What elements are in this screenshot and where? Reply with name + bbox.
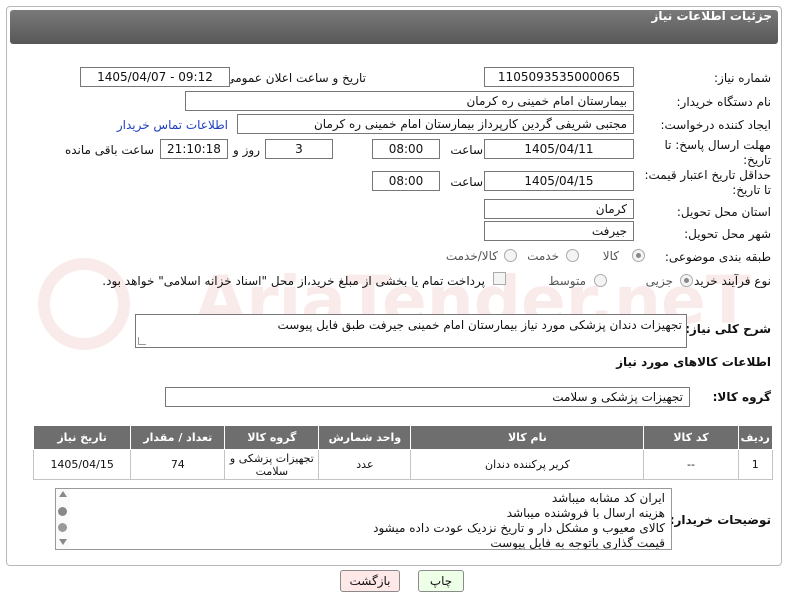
days-label: روز و <box>233 143 260 157</box>
cell-group-line1: تجهیزات پزشکی و <box>229 451 314 465</box>
payment-checkbox[interactable] <box>493 272 506 285</box>
category-option-goods-service: کالا/خدمت <box>445 249 498 263</box>
category-radio-goods[interactable] <box>632 249 645 262</box>
scroll-up-icon[interactable] <box>59 491 67 497</box>
deadline-label-line1: مهلت ارسال پاسخ: تا <box>664 138 771 152</box>
category-radio-service[interactable] <box>566 249 579 262</box>
need-number-field[interactable]: 1105093535000065 <box>484 67 634 87</box>
announce-label: تاریخ و ساعت اعلان عمومی: <box>221 71 366 85</box>
remaining-time-label: ساعت باقی مانده <box>64 143 154 157</box>
cell-unit: عدد <box>318 449 412 480</box>
validity-label-line2: تا تاریخ: <box>732 183 771 197</box>
days-remaining-field[interactable]: 3 <box>265 139 333 159</box>
description-text: تجهیزات دندان پزشکی مورد نیاز بیمارستان … <box>277 318 682 332</box>
deadline-time-label: ساعت <box>450 143 483 157</box>
buyer-contact-link[interactable]: اطلاعات تماس خریدار <box>117 118 228 132</box>
col-row: ردیف <box>737 425 774 450</box>
goods-section-title: اطلاعات کالاهای مورد نیاز <box>616 355 771 369</box>
remaining-time-field[interactable]: 21:10:18 <box>160 139 228 159</box>
creator-field[interactable]: مجتبی شریفی گردین کارپرداز بیمارستان اما… <box>237 114 634 134</box>
notes-scrollbar[interactable] <box>56 489 70 549</box>
page-title: جزئیات اطلاعات نیاز <box>651 9 772 23</box>
payment-note: پرداخت تمام یا بخشی از مبلغ خرید،از محل … <box>102 274 485 288</box>
description-field[interactable]: تجهیزات دندان پزشکی مورد نیاز بیمارستان … <box>135 314 687 348</box>
process-label: نوع فرآیند خرید : <box>686 274 771 288</box>
province-field[interactable]: کرمان <box>484 199 634 219</box>
deadline-label-line2: تاریخ: <box>743 153 771 167</box>
cell-row: 1 <box>737 449 774 480</box>
resize-grip-icon <box>138 337 146 345</box>
buyer-org-field[interactable]: بیمارستان امام خمینی ره کرمان <box>185 91 634 111</box>
category-label: طبقه بندی موضوعی: <box>664 250 771 264</box>
city-field[interactable]: جیرفت <box>484 221 634 241</box>
scroll-thumb-icon[interactable] <box>58 507 67 516</box>
note-line: قیمت گذاری باتوجه به فایل پیوست <box>490 536 665 550</box>
col-qty: تعداد / مقدار <box>130 425 226 450</box>
cell-name: کریر پرکننده دندان <box>410 449 645 480</box>
category-option-goods: کالا <box>602 249 619 263</box>
deadline-time-field[interactable]: 08:00 <box>372 139 440 159</box>
note-line: کالای معیوب و مشکل دار و تاریخ نزدیک عود… <box>373 521 665 535</box>
process-option-minor: جزیی <box>645 274 673 288</box>
creator-label: ایجاد کننده درخواست: <box>660 118 771 132</box>
validity-time-label: ساعت <box>450 175 483 189</box>
table-row[interactable]: 1 -- کریر پرکننده دندان عدد تجهیزات پزشک… <box>32 449 774 480</box>
cell-group: تجهیزات پزشکی و سلامت <box>224 449 320 480</box>
city-label: شهر محل تحویل: <box>684 227 771 241</box>
goods-group-label: گروه کالا: <box>712 390 771 404</box>
description-label: شرح کلی نیاز: <box>685 322 771 336</box>
scroll-dot-icon <box>58 523 67 532</box>
process-radio-medium[interactable] <box>594 274 607 287</box>
back-button[interactable]: بازگشت <box>340 570 400 592</box>
col-group: گروه کالا <box>224 425 320 450</box>
print-button[interactable]: چاپ <box>418 570 464 592</box>
col-code: کد کالا <box>643 425 739 450</box>
buyer-org-label: نام دستگاه خریدار: <box>676 95 772 109</box>
note-line: ایران کد مشابه میباشد <box>551 491 665 505</box>
category-radio-goods-service[interactable] <box>504 249 517 262</box>
goods-table-header: ردیف کد کالا نام کالا واحد شمارش گروه کا… <box>32 425 774 450</box>
scroll-down-icon[interactable] <box>59 539 67 545</box>
notes-label: توضیحات خریدار: <box>669 513 771 527</box>
watermark-logo <box>38 258 130 350</box>
validity-date-field[interactable]: 1405/04/15 <box>484 171 634 191</box>
announce-field[interactable]: 1405/04/07 - 09:12 <box>80 67 230 87</box>
col-date: تاریخ نیاز <box>32 425 132 450</box>
category-option-service: خدمت <box>527 249 559 263</box>
goods-table: ردیف کد کالا نام کالا واحد شمارش گروه کا… <box>32 425 774 480</box>
col-name: نام کالا <box>410 425 645 450</box>
cell-group-line2: سلامت <box>255 464 289 478</box>
notes-field[interactable]: ایران کد مشابه میباشد هزینه ارسال با فرو… <box>55 488 672 550</box>
validity-label-line1: حداقل تاریخ اعتبار قیمت: <box>644 168 771 182</box>
goods-group-field[interactable]: تجهیزات پزشکی و سلامت <box>165 387 690 407</box>
validity-time-field[interactable]: 08:00 <box>372 171 440 191</box>
col-unit: واحد شمارش <box>318 425 412 450</box>
note-line: هزینه ارسال با فروشنده میباشد <box>506 506 665 520</box>
cell-code: -- <box>643 449 739 480</box>
deadline-date-field[interactable]: 1405/04/11 <box>484 139 634 159</box>
cell-qty: 74 <box>130 449 226 480</box>
process-radio-minor[interactable] <box>680 274 693 287</box>
process-option-medium: متوسط <box>548 274 586 288</box>
need-number-label: شماره نیاز: <box>714 71 771 85</box>
cell-date: 1405/04/15 <box>32 449 132 480</box>
province-label: استان محل تحویل: <box>676 205 771 219</box>
